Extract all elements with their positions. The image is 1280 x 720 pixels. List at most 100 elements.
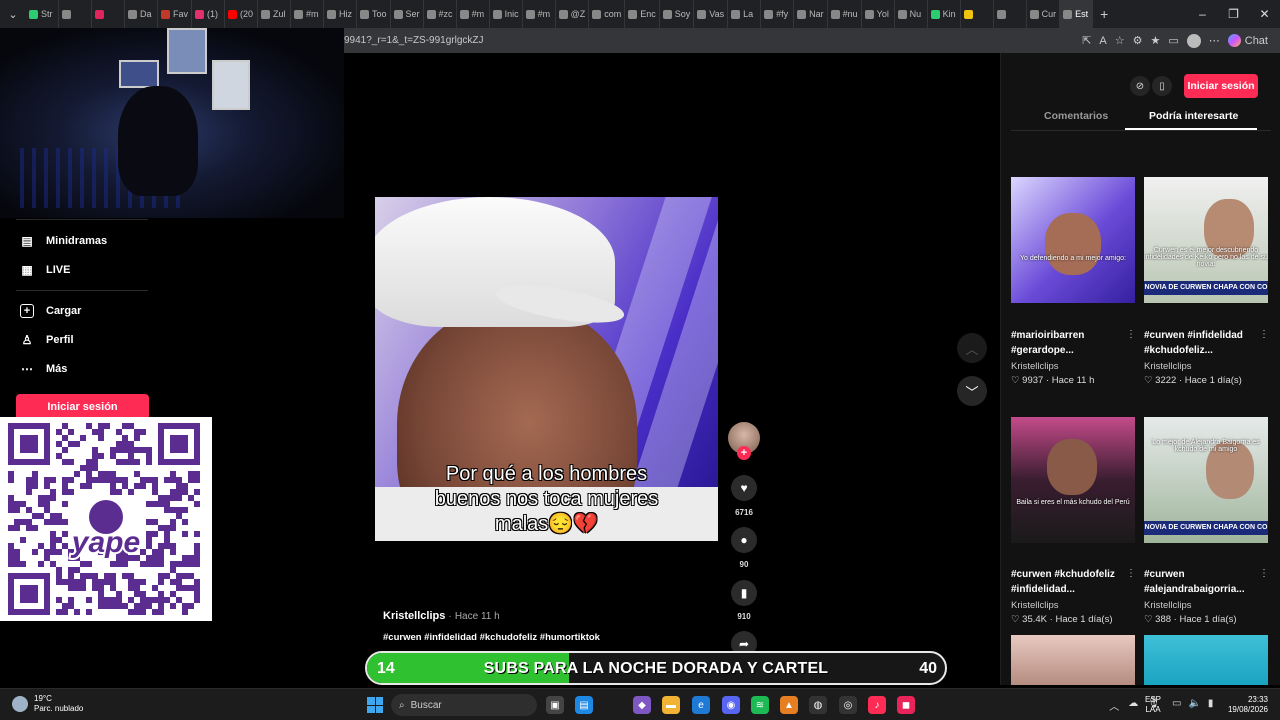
video-thumbnail[interactable]: Lo mejor de Alejandra Baigorria es kchud… [1144,417,1268,543]
browser-tab[interactable]: La [728,0,762,28]
bookmark-icon[interactable]: ▮ [731,580,757,606]
card-author[interactable]: Kristellclips [1144,600,1192,611]
browser-tab[interactable]: #m [291,0,325,28]
address-bar[interactable]: 9941?_r=1&_t=ZS-991grlgckZJ ⇱ A ☆ ⚙ ★ ▭ … [344,28,1280,53]
card-author[interactable]: Kristellclips [1011,600,1059,611]
cloud-sync-icon[interactable]: ☁ [1128,698,1138,713]
browser-tab[interactable]: Hiz [324,0,358,28]
card-title[interactable]: #curwen #alejandrabaigorria... [1144,567,1260,597]
app-icon[interactable]: ◍ [809,696,827,714]
tab-recommended[interactable]: Podría interesarte [1149,110,1238,122]
browser-tab[interactable]: #m [457,0,490,28]
card-author[interactable]: Kristellclips [1144,361,1192,372]
browser-tab[interactable]: Yol [862,0,895,28]
discord-icon[interactable]: ◉ [722,696,740,714]
close-window-icon[interactable]: ✕ [1249,0,1280,28]
volume-icon[interactable]: 🔈 [1188,698,1200,709]
url-text[interactable]: 9941?_r=1&_t=ZS-991grlgckZJ [344,35,1082,46]
window-icon[interactable]: ▭ [1172,698,1181,709]
video-player[interactable]: Por qué a los hombres buenos nos toca mu… [375,197,718,541]
follow-plus-icon[interactable]: + [737,446,751,460]
browser-tab[interactable]: Str [26,0,59,28]
card-title[interactable]: #curwen #infidelidad #kchudofeliz... [1144,328,1260,358]
notepad-icon[interactable]: ▤ [575,696,593,714]
browser-tab[interactable]: Nu [895,0,928,28]
profile-icon[interactable] [1186,33,1201,48]
browser-tab[interactable]: @Z [556,0,590,28]
video-thumbnail[interactable]: Baila si eres el más kchudo del Perú [1011,417,1135,543]
browser-tab[interactable]: com [589,0,626,28]
card-more-icon[interactable]: ⋮ [1126,568,1136,579]
video-hashtags[interactable]: #curwen #infidelidad #kchudofeliz #humor… [383,632,600,643]
browser-tab[interactable]: Vas [694,0,729,28]
browser-tab[interactable]: Da [125,0,158,28]
edge-browser-icon[interactable]: e [692,696,710,714]
collections-icon[interactable]: ★ [1150,34,1160,47]
copilot-chat-button[interactable]: Chat [1227,34,1268,47]
browser-tab[interactable]: (20 [225,0,259,28]
browser-tab[interactable] [994,0,1027,28]
tiktok-icon[interactable]: ♪ [868,696,886,714]
browser-tab[interactable]: Kin [928,0,961,28]
video-thumbnail[interactable] [1144,635,1268,685]
browser-tab[interactable] [59,0,92,28]
app-icon[interactable]: ◼ [897,696,915,714]
next-video-chevron-down-icon[interactable]: ﹀ [957,376,987,406]
maximize-icon[interactable]: ❐ [1218,0,1249,28]
browser-tab[interactable]: Est [1060,0,1094,28]
previous-video-chevron-up-icon[interactable]: ︿ [957,333,987,363]
video-thumbnail[interactable] [1011,635,1135,685]
obs-icon[interactable]: ◎ [839,696,857,714]
browser-tab[interactable] [92,0,125,28]
settings-more-icon[interactable]: ⋯ [1209,34,1220,47]
browser-tab[interactable]: Cur [1027,0,1061,28]
nav-item-profile[interactable]: ♙ Perfil [20,333,74,347]
video-thumbnail[interactable]: Curwen es el mejor descubriendo infideli… [1144,177,1268,303]
video-thumbnail[interactable]: Yo defendiendo a mi mejor amigo: [1011,177,1135,303]
tab-comments[interactable]: Comentarios [1044,110,1108,122]
task-view-icon[interactable]: ▣ [546,696,564,714]
browser-tab[interactable]: Soy [660,0,695,28]
minimize-icon[interactable]: – [1187,0,1218,28]
tab-search-button[interactable]: ⌄ [0,0,26,28]
browser-tab[interactable]: #zc [424,0,457,28]
taskbar-search[interactable]: ⌕ Buscar [391,694,537,716]
favorite-star-icon[interactable]: ☆ [1115,34,1125,47]
card-title[interactable]: #curwen #kchudofeliz #infidelidad... [1011,567,1127,597]
browser-tab[interactable]: #fy [761,0,795,28]
compass-icon[interactable]: ⊘ [1130,76,1150,96]
browser-tab[interactable]: Too [357,0,391,28]
card-title[interactable]: #marioiribarren #gerardope... [1011,328,1127,358]
mobile-icon[interactable]: ▯ [1152,76,1172,96]
open-in-app-icon[interactable]: ⇱ [1082,34,1091,47]
browser-tab[interactable]: (1) [192,0,226,28]
extensions-icon[interactable]: ⚙ [1133,34,1143,47]
browser-tab[interactable]: #nu [828,0,862,28]
vlc-icon[interactable]: ▲ [780,696,798,714]
browser-tab[interactable]: Zul [258,0,292,28]
like-heart-icon[interactable]: ♥ [731,475,757,501]
translate-icon[interactable]: A [1099,35,1106,47]
weather-widget[interactable]: 19°C Parc. nublado [12,694,83,714]
browser-tab[interactable]: #m [523,0,556,28]
login-button-right[interactable]: Iniciar sesión [1184,74,1258,98]
browser-tab[interactable]: Inic [490,0,523,28]
browser-tab[interactable] [961,0,994,28]
card-more-icon[interactable]: ⋮ [1259,568,1269,579]
copilot-app-icon[interactable]: ◆ [633,696,651,714]
nav-item-upload[interactable]: + Cargar [20,304,81,318]
split-screen-icon[interactable]: ▭ [1168,34,1178,47]
nav-item-more[interactable]: ⋯ Más [20,362,67,376]
nav-item-minidramas[interactable]: ▤ Minidramas [20,234,107,248]
browser-tab[interactable]: Ser [391,0,424,28]
card-more-icon[interactable]: ⋮ [1126,329,1136,340]
nav-item-live[interactable]: ▦ LIVE [20,263,70,277]
spotify-icon[interactable]: ≋ [751,696,769,714]
browser-tab[interactable]: Enc [625,0,660,28]
author-name[interactable]: Kristellclips [383,610,445,622]
file-explorer-icon[interactable]: ▬ [662,696,680,714]
language-indicator[interactable]: ESP LAA [1145,695,1161,715]
browser-tab[interactable]: Fav [158,0,193,28]
battery-icon[interactable]: ▮ [1208,698,1214,709]
card-author[interactable]: Kristellclips [1011,361,1059,372]
